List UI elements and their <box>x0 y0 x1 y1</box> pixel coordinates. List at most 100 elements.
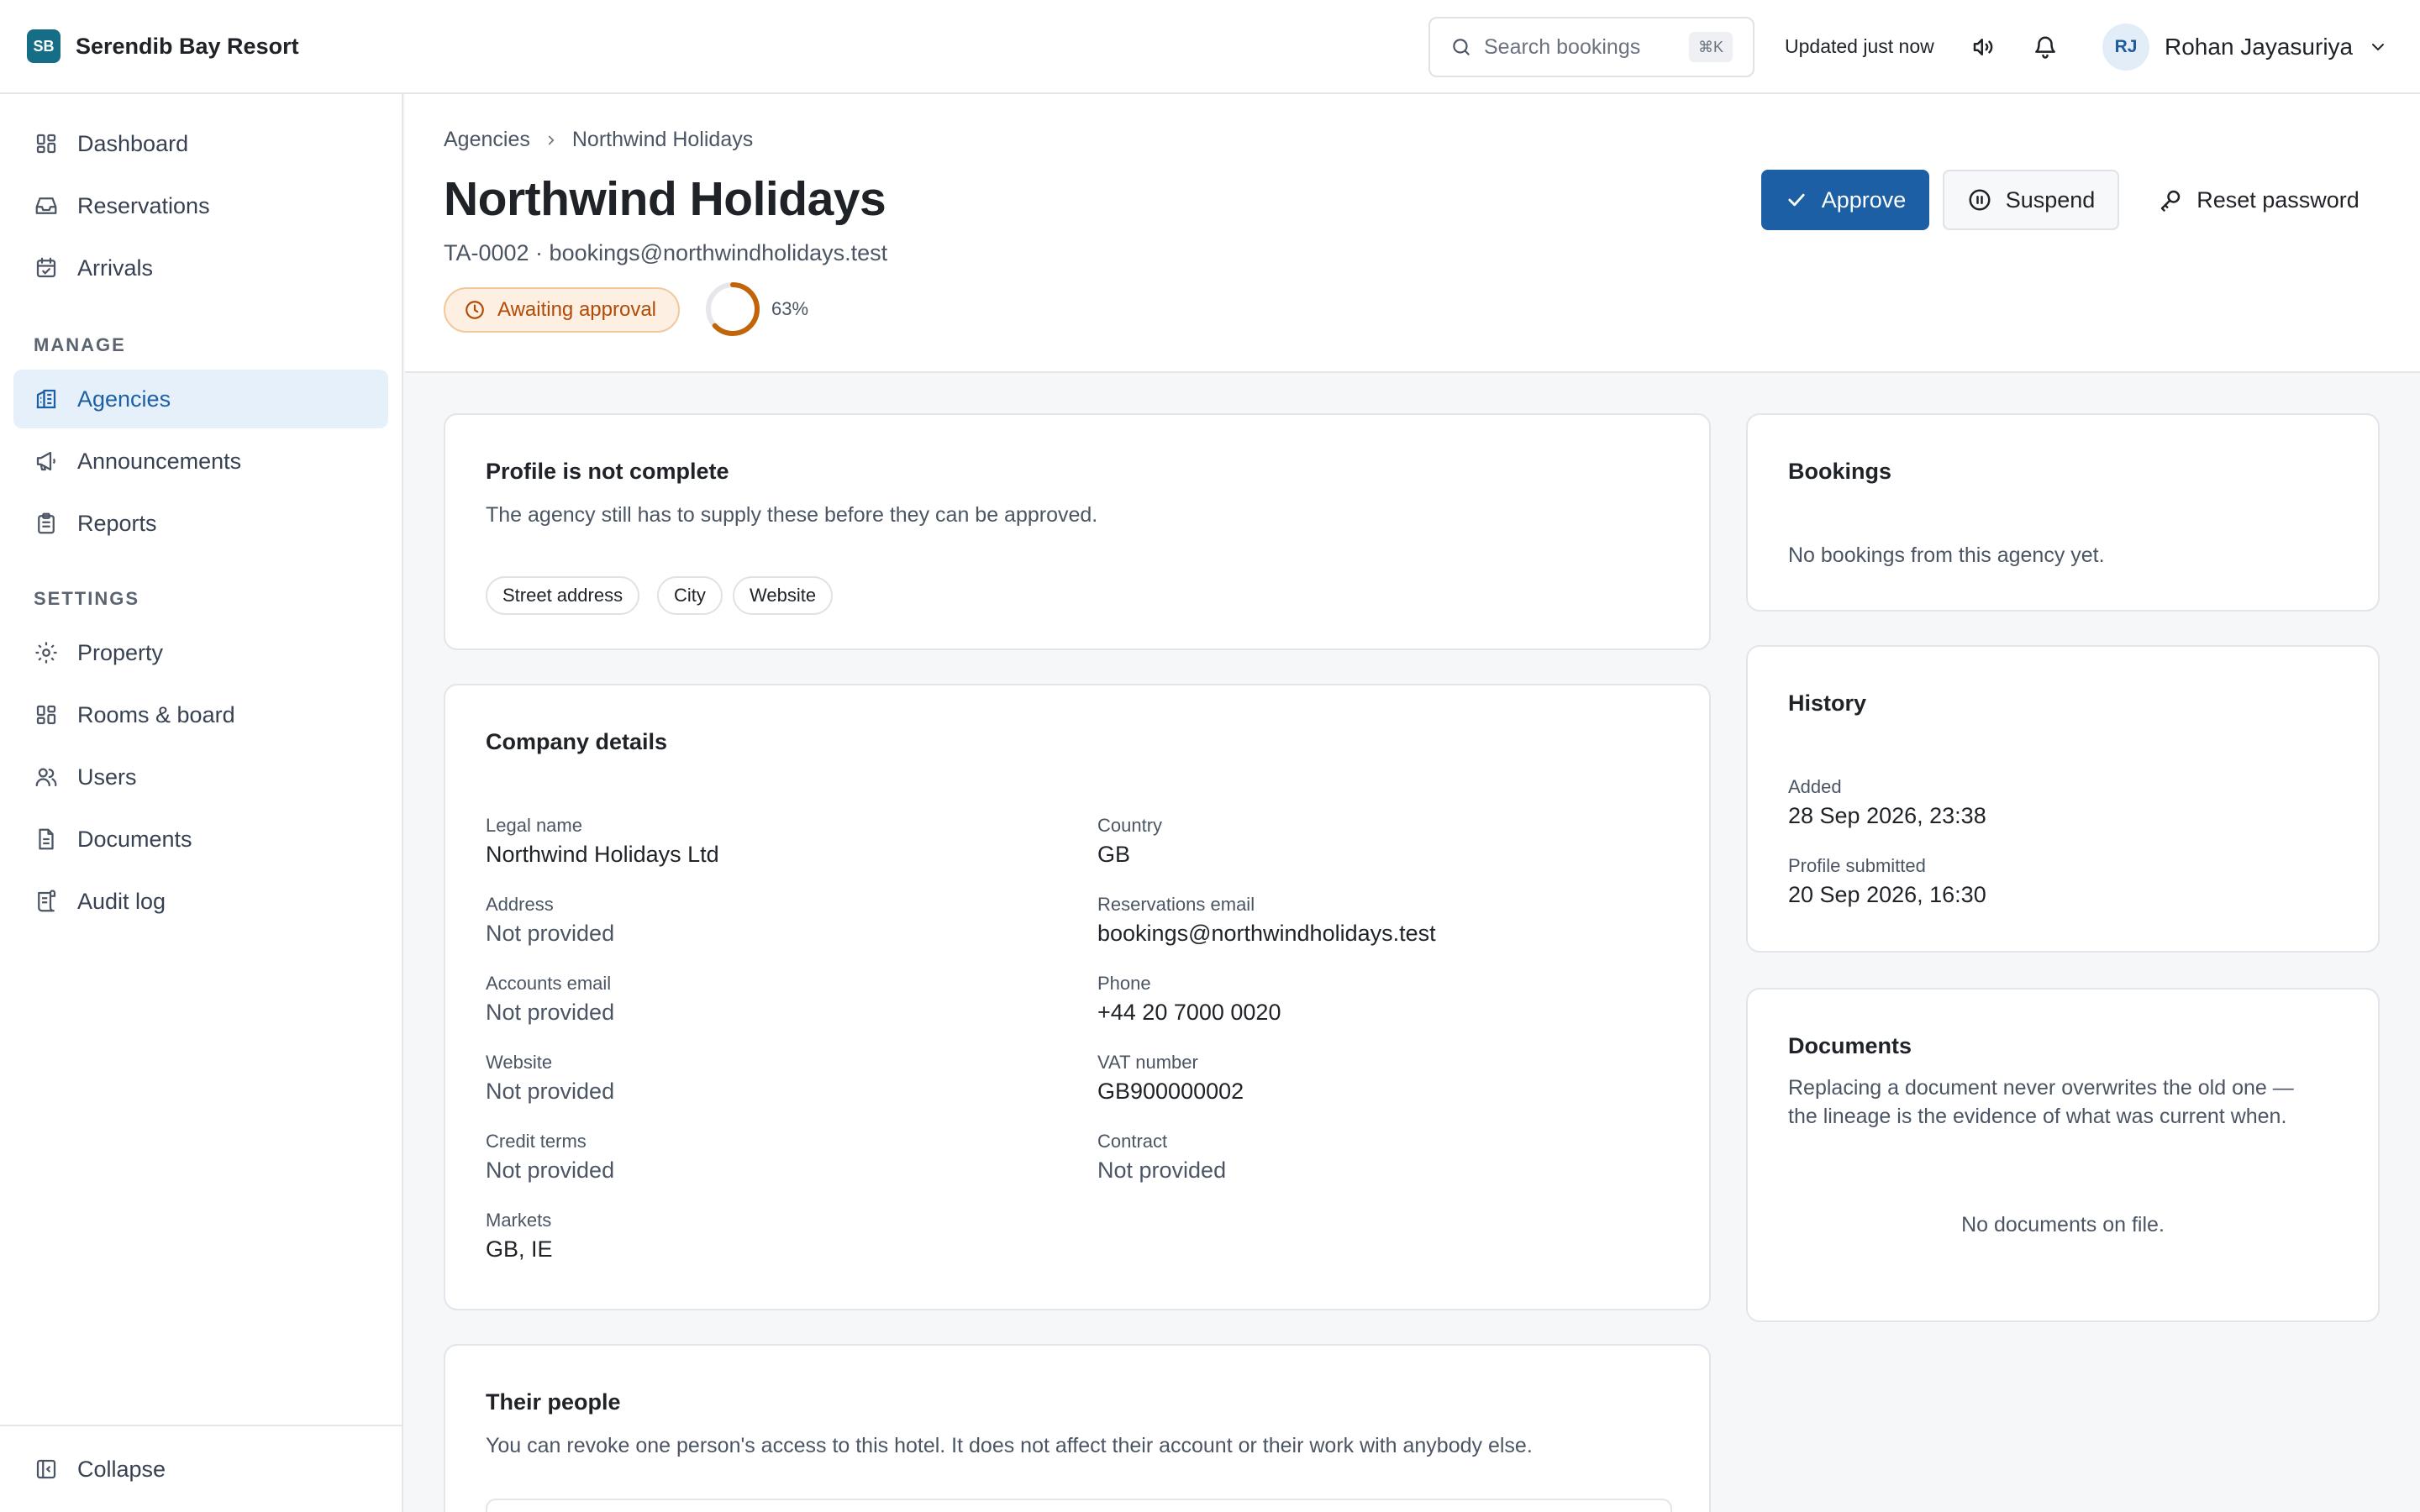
card-title: Bookings <box>1788 459 1892 484</box>
history-item-added: Added 28 Sep 2026, 23:38 <box>1788 776 1986 829</box>
pause-icon <box>1967 187 1992 213</box>
field-value: +44 20 7000 0020 <box>1097 1000 1281 1025</box>
sidebar-section-settings: SETTINGS <box>34 588 140 609</box>
progress-ring <box>706 282 760 336</box>
sidebar-item-label: Announcements <box>77 448 242 474</box>
card-title: Documents <box>1788 1033 1912 1058</box>
calendar-icon <box>34 255 59 281</box>
user-name: Rohan Jayasuriya <box>2165 34 2354 60</box>
field-country: Country GB <box>1097 815 1162 868</box>
chevron-right-icon <box>544 133 559 148</box>
field-value: bookings@northwindholidays.test <box>1097 921 1436 946</box>
field-label: Markets <box>486 1210 552 1231</box>
grid-icon <box>34 702 59 727</box>
field-value: GB, IE <box>486 1236 553 1262</box>
card-text: You can revoke one person's access to th… <box>486 1434 1533 1457</box>
sidebar-item-label: Documents <box>77 826 192 852</box>
field-reservations-email: Reservations email bookings@northwindhol… <box>1097 894 1436 947</box>
field-label: VAT number <box>1097 1052 1198 1073</box>
gear-icon <box>34 640 59 665</box>
missing-field-chip: City <box>657 576 723 615</box>
field-label: Contract <box>1097 1131 1168 1152</box>
document-icon <box>34 827 59 852</box>
field-label: Reservations email <box>1097 894 1255 915</box>
field-phone: Phone +44 20 7000 0020 <box>1097 973 1281 1026</box>
company-details-card: Company details Legal name Northwind Hol… <box>444 684 1711 1310</box>
sidebar-item-label: Reservations <box>77 192 210 218</box>
sidebar-item-reports[interactable]: Reports <box>13 494 388 553</box>
sidebar-item-label: Reports <box>77 510 157 536</box>
documents-empty-text: No documents on file. <box>1961 1213 2165 1236</box>
users-icon <box>34 764 59 790</box>
suspend-button[interactable]: Suspend <box>1943 170 2119 230</box>
sidebar-item-arrivals[interactable]: Arrivals <box>13 239 388 297</box>
user-menu[interactable]: RJ Rohan Jayasuriya <box>2102 24 2388 71</box>
sidebar-item-label: Rooms & board <box>77 701 235 727</box>
field-value: Not provided <box>486 921 615 946</box>
field-label: Address <box>486 894 554 915</box>
search-shortcut: ⌘K <box>1689 32 1733 62</box>
sidebar-item-announcements[interactable]: Announcements <box>13 432 388 491</box>
card-text: The agency still has to supply these bef… <box>486 503 1098 527</box>
missing-field-chip: Website <box>733 576 834 615</box>
check-icon <box>1785 188 1808 212</box>
field-label: Phone <box>1097 973 1151 994</box>
approve-label: Approve <box>1821 186 1907 213</box>
sidebar-item-documents[interactable]: Documents <box>13 810 388 869</box>
inbox-icon <box>34 193 59 218</box>
breadcrumb: Agencies Northwind Holidays <box>444 128 753 152</box>
sidebar-item-label: Agencies <box>77 386 171 412</box>
clipboard-icon <box>34 511 59 536</box>
breadcrumb-link-agencies[interactable]: Agencies <box>444 128 530 152</box>
field-legal-name: Legal name Northwind Holidays Ltd <box>486 815 719 868</box>
sidebar-item-users[interactable]: Users <box>13 748 388 806</box>
building-icon <box>34 386 59 412</box>
sidebar-item-label: Dashboard <box>77 130 189 156</box>
progress-label: 63% <box>771 298 809 319</box>
updated-status: Updated just now <box>1785 35 1934 57</box>
collapse-icon <box>34 1457 59 1482</box>
profile-incomplete-card: Profile is not complete The agency still… <box>444 413 1711 650</box>
brand[interactable]: SB Serendib Bay Resort <box>27 29 299 63</box>
missing-field-chip: Street address <box>486 576 640 615</box>
sidebar-item-reservations[interactable]: Reservations <box>13 176 388 235</box>
sidebar-item-dashboard[interactable]: Dashboard <box>13 114 388 173</box>
reset-password-button[interactable]: Reset password <box>2133 170 2385 230</box>
sidebar-item-property[interactable]: Property <box>13 623 388 682</box>
profile-progress: 63% <box>704 281 808 338</box>
sidebar-item-audit-log[interactable]: Audit log <box>13 872 388 931</box>
search-input[interactable]: Search bookings ⌘K <box>1428 17 1754 77</box>
card-title: Profile is not complete <box>486 459 729 484</box>
clock-icon <box>464 299 486 321</box>
sidebar-item-agencies[interactable]: Agencies <box>13 370 388 428</box>
collapse-label: Collapse <box>77 1456 166 1482</box>
status-badge: Awaiting approval <box>444 287 681 333</box>
page-title: Northwind Holidays <box>444 172 886 226</box>
notifications-button[interactable] <box>2030 32 2060 62</box>
card-title: Company details <box>486 729 668 754</box>
card-title: Their people <box>486 1389 621 1415</box>
approve-button[interactable]: Approve <box>1761 170 1929 230</box>
suspend-label: Suspend <box>2005 186 2096 213</box>
collapse-button[interactable]: Collapse <box>13 1440 388 1499</box>
field-vat-number: VAT number GB900000002 <box>1097 1052 1244 1105</box>
sidebar-item-label: Arrivals <box>77 255 154 281</box>
sidebar-section-manage: MANAGE <box>34 334 126 355</box>
reset-password-label: Reset password <box>2196 186 2360 213</box>
brand-logo: SB <box>27 29 60 63</box>
field-credit-terms: Credit terms Not provided <box>486 1131 614 1184</box>
field-label: Profile submitted <box>1788 855 1926 876</box>
documents-card: Documents Replacing a document never ove… <box>1746 988 2380 1322</box>
field-label: Country <box>1097 815 1163 836</box>
avatar: RJ <box>2102 24 2149 71</box>
bookings-card: Bookings No bookings from this agency ye… <box>1746 413 2380 612</box>
search-icon <box>1450 36 1472 58</box>
page-subtitle: TA-0002 · bookings@northwindholidays.tes… <box>444 240 888 265</box>
field-label: Website <box>486 1052 553 1073</box>
field-value: Not provided <box>486 1079 615 1104</box>
field-contract: Contract Not provided <box>1097 1131 1226 1184</box>
sidebar-item-rooms[interactable]: Rooms & board <box>13 685 388 744</box>
bell-icon <box>2033 34 2058 60</box>
card-title: History <box>1788 690 1867 716</box>
sound-button[interactable] <box>1968 32 1998 62</box>
